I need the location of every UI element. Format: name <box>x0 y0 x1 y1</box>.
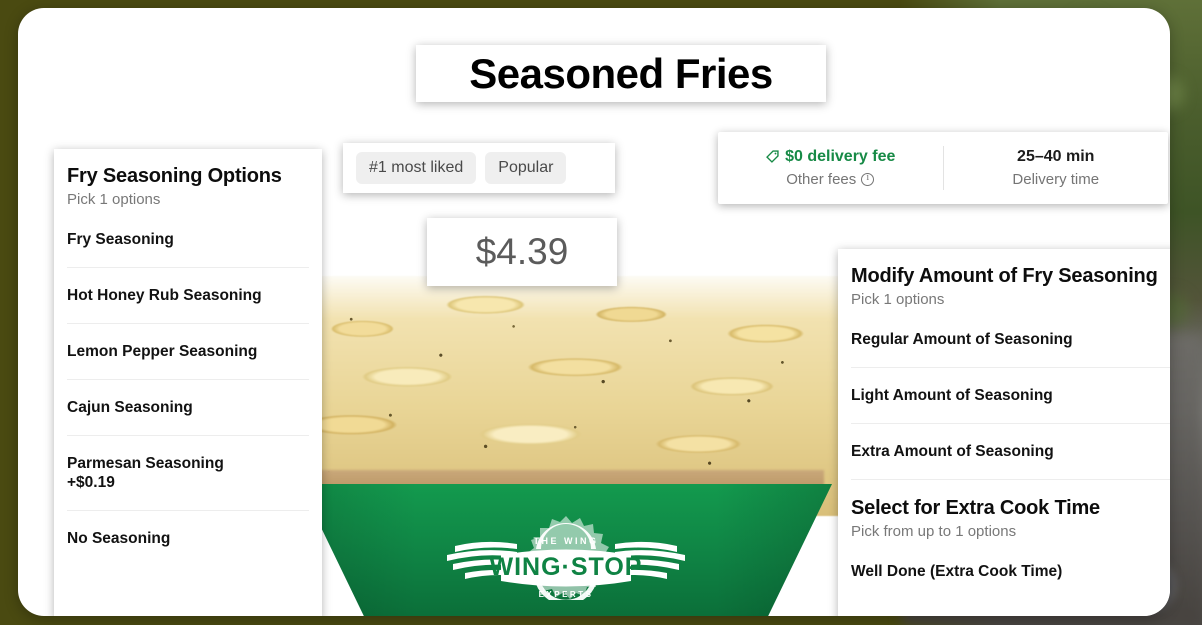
item-price-panel: $4.39 <box>427 218 617 286</box>
option-row-no-seasoning[interactable]: No Seasoning <box>67 510 309 566</box>
tag-icon <box>766 150 779 163</box>
option-label: No Seasoning <box>67 530 171 547</box>
wingstop-fry-box: THE WING WING·STOP EXPERTS <box>300 484 832 616</box>
info-circle-icon[interactable] <box>861 171 875 187</box>
page-title: Seasoned Fries <box>469 49 773 97</box>
status-badge-popular: Popular <box>485 152 567 184</box>
group-subtitle-modify-amount: Pick 1 options <box>851 291 945 308</box>
option-row-well-done[interactable]: Well Done (Extra Cook Time) <box>851 540 1170 599</box>
other-fees-label: Other fees <box>786 171 857 189</box>
option-price: +$0.19 <box>67 474 115 491</box>
delivery-fee-column: $0 delivery fee Other fees <box>718 146 943 191</box>
option-row-fry-seasoning[interactable]: Fry Seasoning <box>67 208 309 267</box>
group-title-fry-seasoning: Fry Seasoning Options <box>67 165 282 187</box>
logo-top-text: THE WING <box>534 536 599 546</box>
group-title-extra-cook-time: Select for Extra Cook Time <box>851 497 1100 519</box>
item-title-panel: Seasoned Fries <box>416 45 826 102</box>
option-label: Extra Amount of Seasoning <box>851 443 1054 460</box>
option-label: Well Done (Extra Cook Time) <box>851 563 1063 580</box>
delivery-time-headline: 25–40 min <box>1017 147 1095 165</box>
group-subtitle-fry-seasoning: Pick 1 options <box>67 191 161 208</box>
fry-seasoning-options-panel: Fry Seasoning Options Pick 1 options Fry… <box>54 149 322 616</box>
option-row-hot-honey-rub-seasoning[interactable]: Hot Honey Rub Seasoning <box>67 267 309 323</box>
delivery-fee-headline: $0 delivery fee <box>785 147 896 165</box>
option-row-lemon-pepper-seasoning[interactable]: Lemon Pepper Seasoning <box>67 323 309 379</box>
option-label: Light Amount of Seasoning <box>851 387 1053 404</box>
delivery-info-panel: $0 delivery fee Other fees 25–40 min Del… <box>718 132 1168 204</box>
item-price: $4.39 <box>475 231 569 272</box>
option-label: Regular Amount of Seasoning <box>851 331 1073 348</box>
option-label: Parmesan Seasoning <box>67 455 224 472</box>
option-row-extra-amount[interactable]: Extra Amount of Seasoning <box>851 423 1170 479</box>
option-row-cajun-seasoning[interactable]: Cajun Seasoning <box>67 379 309 435</box>
modify-seasoning-options-panel: Modify Amount of Fry Seasoning Pick 1 op… <box>838 249 1170 616</box>
group-title-modify-amount: Modify Amount of Fry Seasoning <box>851 265 1158 287</box>
group-divider <box>851 479 1170 493</box>
logo-bottom-text: EXPERTS <box>539 590 594 599</box>
option-label: Fry Seasoning <box>67 231 174 248</box>
option-row-light-amount[interactable]: Light Amount of Seasoning <box>851 367 1170 423</box>
delivery-time-column: 25–40 min Delivery time <box>944 146 1169 191</box>
option-label: Lemon Pepper Seasoning <box>67 343 258 360</box>
item-badges-panel: #1 most liked Popular <box>343 143 615 193</box>
wingstop-logo: THE WING WING·STOP EXPERTS <box>447 516 685 600</box>
option-label: Cajun Seasoning <box>67 399 193 416</box>
option-row-parmesan-seasoning[interactable]: Parmesan Seasoning +$0.19 <box>67 435 309 510</box>
logo-main-text: WING·STOP <box>490 553 643 581</box>
group-subtitle-extra-cook-time: Pick from up to 1 options <box>851 523 1017 540</box>
option-label: Hot Honey Rub Seasoning <box>67 287 262 304</box>
status-badge-most-liked: #1 most liked <box>356 152 477 184</box>
item-detail-card: THE WING WING·STOP EXPERTS Seasoned Frie… <box>18 8 1170 616</box>
option-row-regular-amount[interactable]: Regular Amount of Seasoning <box>851 308 1170 367</box>
delivery-time-label: Delivery time <box>1012 171 1100 189</box>
